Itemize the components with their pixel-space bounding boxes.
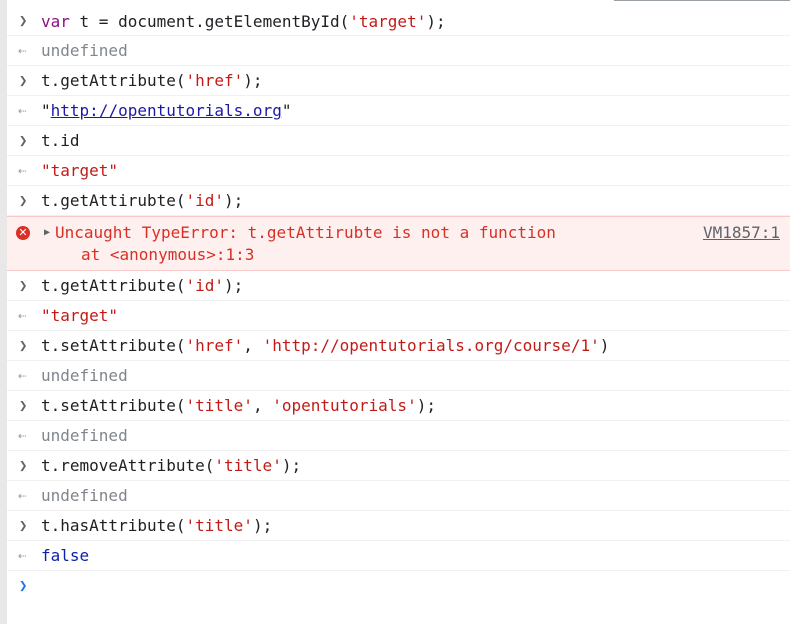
- console-result-value: "target": [41, 306, 119, 325]
- console-input-row[interactable]: ❯ var t = document.getElementById('target…: [7, 7, 790, 36]
- code-token: ,: [252, 396, 273, 415]
- console-result-value: undefined: [41, 41, 128, 60]
- console-input-row[interactable]: ❯ t.removeAttribute('title');: [7, 451, 790, 481]
- console-result-value: undefined: [41, 486, 128, 505]
- code-token: t.getAttribute(: [41, 276, 186, 295]
- code-token: );: [224, 191, 244, 210]
- code-token: t.hasAttribute(: [41, 516, 186, 535]
- console-input-code: var t = document.getElementById('target'…: [41, 12, 446, 31]
- console-input-code: t.setAttribute('href', 'http://opentutor…: [41, 336, 609, 355]
- console-result-row: ⇠ undefined: [7, 421, 790, 451]
- console-result-row: ⇠ undefined: [7, 361, 790, 391]
- return-arrow-icon: ⇠: [18, 163, 27, 179]
- console-result-row: ⇠ "http://opentutorials.org": [7, 96, 790, 126]
- string-token: 'title': [185, 396, 253, 415]
- active-prompt-icon: ❯: [19, 578, 28, 594]
- chevron-right-icon: ❯: [19, 133, 28, 149]
- console-input-code: t.getAttirubte('id');: [41, 191, 243, 210]
- code-token: );: [252, 516, 273, 535]
- code-token: t.setAttribute(: [41, 336, 186, 355]
- console-input-code: t.id: [41, 131, 80, 150]
- console-input-code: t.setAttribute('title', 'opentutorials')…: [41, 396, 436, 415]
- string-token: 'opentutorials': [272, 396, 417, 415]
- panel-top-tab-edge: [614, 0, 790, 7]
- return-arrow-icon: ⇠: [18, 488, 27, 504]
- console-result-row: ⇠ "target": [7, 301, 790, 331]
- console-prompt-row[interactable]: ❯: [7, 571, 790, 601]
- console-input-row[interactable]: ❯ t.setAttribute('title', 'opentutorials'…: [7, 391, 790, 421]
- code-token: t = document.getElementById(: [69, 12, 350, 31]
- chevron-right-icon: ❯: [19, 278, 28, 294]
- result-url-link[interactable]: http://opentutorials.org: [51, 101, 282, 120]
- error-stack-trace: at <anonymous>:1:3: [81, 245, 255, 264]
- code-token: );: [416, 396, 436, 415]
- console-result-row: ⇠ undefined: [7, 481, 790, 511]
- result-quote-open: ": [41, 101, 51, 120]
- chevron-right-icon: ❯: [19, 13, 28, 29]
- console-input-row[interactable]: ❯ t.hasAttribute('title');: [7, 511, 790, 541]
- console-result-row: ⇠ undefined: [7, 36, 790, 66]
- console-input-code: t.removeAttribute('title');: [41, 456, 301, 475]
- console-input-code: t.getAttribute('href');: [41, 71, 263, 90]
- string-token: 'http://opentutorials.org/course/1': [262, 336, 600, 355]
- chevron-right-icon: ❯: [19, 398, 28, 414]
- error-circle-icon: ✕: [16, 226, 30, 240]
- string-token: 'title': [214, 456, 282, 475]
- console-input-code: t.hasAttribute('title');: [41, 516, 272, 535]
- string-token: 'id': [185, 191, 225, 210]
- console-log: ❯ var t = document.getElementById('target…: [7, 7, 790, 601]
- result-quote-close: ": [281, 101, 292, 120]
- chevron-right-icon: ❯: [19, 73, 28, 89]
- code-token: );: [426, 12, 446, 31]
- code-token: t.setAttribute(: [41, 396, 186, 415]
- console-error-row: ✕ ▶ Uncaught TypeError: t.getAttirubte is …: [7, 216, 790, 271]
- return-arrow-icon: ⇠: [18, 308, 27, 324]
- console-result-row: ⇠ "target": [7, 156, 790, 186]
- console-input-row[interactable]: ❯ t.id: [7, 126, 790, 156]
- string-token: 'target': [349, 12, 427, 31]
- string-token: 'href': [185, 336, 244, 355]
- string-token: 'title': [185, 516, 253, 535]
- console-input-row[interactable]: ❯ t.setAttribute('href', 'http://opentuto…: [7, 331, 790, 361]
- console-result-value: false: [41, 546, 90, 565]
- console-result-value: undefined: [41, 366, 128, 385]
- string-token: 'href': [185, 71, 244, 90]
- console-input-row[interactable]: ❯ t.getAttribute('id');: [7, 271, 790, 301]
- console-result-value: "target": [41, 161, 119, 180]
- console-result-value: undefined: [41, 426, 128, 445]
- expand-triangle-icon[interactable]: ▶: [44, 222, 50, 244]
- keyword-token: var: [41, 12, 70, 31]
- return-arrow-icon: ⇠: [18, 103, 27, 119]
- chevron-right-icon: ❯: [19, 518, 28, 534]
- error-source-link[interactable]: VM1857:1: [703, 222, 780, 244]
- code-token: );: [224, 276, 244, 295]
- code-token: ): [599, 336, 610, 355]
- string-token: 'id': [185, 276, 225, 295]
- error-message: Uncaught TypeError: t.getAttirubte is no…: [55, 223, 556, 242]
- code-token: );: [243, 71, 263, 90]
- console-input-code: t.getAttribute('id');: [41, 276, 243, 295]
- console-input-row[interactable]: ❯ t.getAttribute('href');: [7, 66, 790, 96]
- code-token: t.id: [41, 131, 80, 150]
- return-arrow-icon: ⇠: [18, 368, 27, 384]
- code-token: t.getAttribute(: [41, 71, 186, 90]
- console-input-row[interactable]: ❯ t.getAttirubte('id');: [7, 186, 790, 216]
- code-token: t.getAttirubte(: [41, 191, 186, 210]
- chevron-right-icon: ❯: [19, 338, 28, 354]
- console-result-row: ⇠ false: [7, 541, 790, 571]
- chevron-right-icon: ❯: [19, 193, 28, 209]
- chevron-right-icon: ❯: [19, 458, 28, 474]
- code-token: ,: [243, 336, 263, 355]
- code-token: );: [281, 456, 302, 475]
- return-arrow-icon: ⇠: [18, 43, 27, 59]
- panel-left-edge: [0, 0, 7, 624]
- return-arrow-icon: ⇠: [18, 428, 27, 444]
- return-arrow-icon: ⇠: [18, 548, 27, 564]
- code-token: t.removeAttribute(: [41, 456, 215, 475]
